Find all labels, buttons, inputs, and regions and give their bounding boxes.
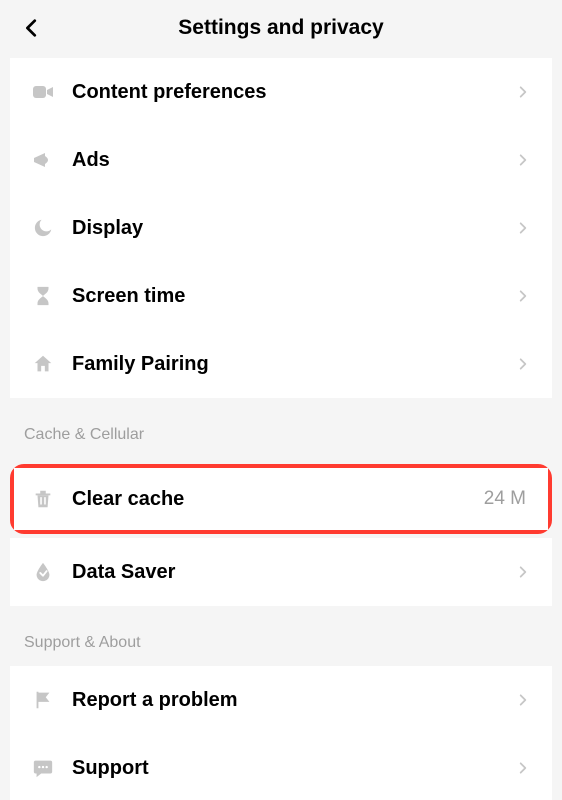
settings-group-support: Report a problem Support	[10, 666, 552, 800]
trash-icon	[30, 486, 56, 512]
row-report-problem[interactable]: Report a problem	[10, 666, 552, 734]
settings-group-cache-rest: Data Saver	[10, 538, 552, 606]
chevron-right-icon	[514, 563, 532, 581]
video-camera-icon	[30, 79, 56, 105]
row-content-preferences[interactable]: Content preferences	[10, 58, 552, 126]
section-header-support: Support & About	[0, 606, 562, 666]
megaphone-icon	[30, 147, 56, 173]
chat-icon	[30, 755, 56, 781]
row-screen-time[interactable]: Screen time	[10, 262, 552, 330]
highlight-clear-cache: Clear cache 24 M	[10, 464, 552, 534]
chevron-right-icon	[514, 355, 532, 373]
row-display[interactable]: Display	[10, 194, 552, 262]
row-label: Content preferences	[72, 81, 514, 104]
section-header-cache: Cache & Cellular	[0, 398, 562, 458]
drop-icon	[30, 559, 56, 585]
row-data-saver[interactable]: Data Saver	[10, 538, 552, 606]
back-button[interactable]	[18, 14, 46, 42]
chevron-right-icon	[514, 759, 532, 777]
page-title: Settings and privacy	[178, 16, 383, 40]
hourglass-icon	[30, 283, 56, 309]
row-value: 24 M	[484, 488, 526, 510]
row-label: Screen time	[72, 285, 514, 308]
row-label: Data Saver	[72, 561, 514, 584]
moon-icon	[30, 215, 56, 241]
chevron-right-icon	[514, 151, 532, 169]
row-support[interactable]: Support	[10, 734, 552, 800]
row-family-pairing[interactable]: Family Pairing	[10, 330, 552, 398]
flag-icon	[30, 687, 56, 713]
row-ads[interactable]: Ads	[10, 126, 552, 194]
house-icon	[30, 351, 56, 377]
chevron-right-icon	[514, 219, 532, 237]
chevron-right-icon	[514, 83, 532, 101]
row-label: Support	[72, 757, 514, 780]
header-bar: Settings and privacy	[0, 0, 562, 56]
chevron-left-icon	[21, 17, 43, 39]
settings-screen: Settings and privacy Content preferences…	[0, 0, 562, 800]
row-label: Ads	[72, 149, 514, 172]
row-label: Clear cache	[72, 488, 484, 511]
row-clear-cache[interactable]: Clear cache 24 M	[14, 468, 548, 530]
row-label: Family Pairing	[72, 353, 514, 376]
chevron-right-icon	[514, 287, 532, 305]
chevron-right-icon	[514, 691, 532, 709]
row-label: Display	[72, 217, 514, 240]
settings-group-content: Content preferences Ads Display	[10, 58, 552, 398]
row-label: Report a problem	[72, 689, 514, 712]
